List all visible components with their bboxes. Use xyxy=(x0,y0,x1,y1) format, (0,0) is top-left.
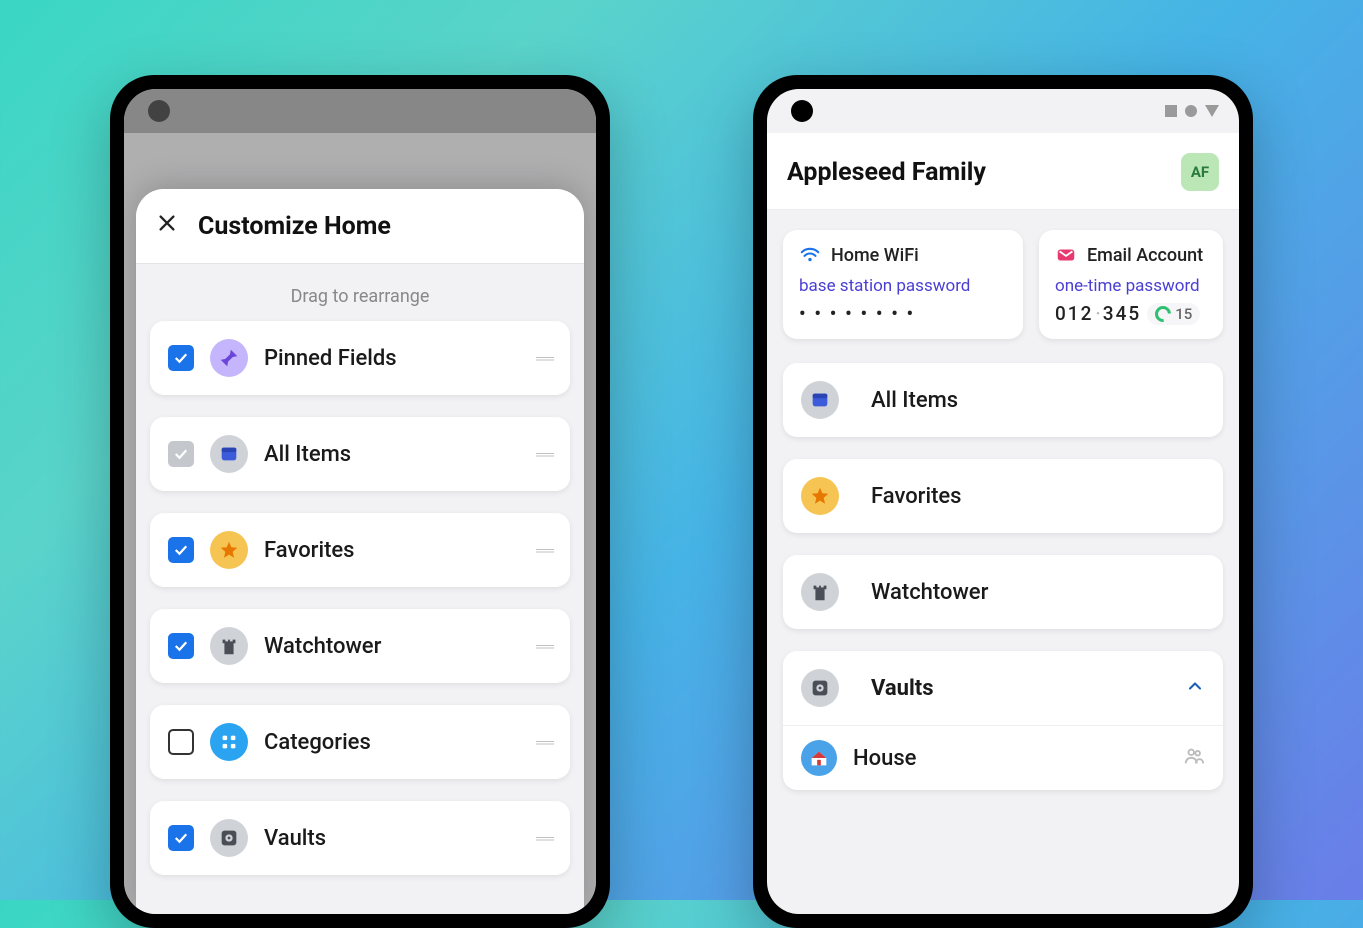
vault-label: House xyxy=(853,746,1167,771)
section-all-items[interactable]: All Items xyxy=(783,363,1223,437)
vault-icon xyxy=(801,669,839,707)
row-label: Watchtower xyxy=(264,634,536,659)
drag-handle-icon[interactable] xyxy=(536,446,552,463)
customize-row-vaults[interactable]: Vaults xyxy=(150,801,570,875)
pin-icon xyxy=(210,339,248,377)
drag-hint: Drag to rearrange xyxy=(136,264,584,321)
check-icon xyxy=(172,445,190,463)
customize-row-categories[interactable]: Categories xyxy=(150,705,570,779)
wifi-icon xyxy=(799,244,821,266)
customize-list: Pinned Fields All Items Favo xyxy=(136,321,584,875)
star-icon xyxy=(210,531,248,569)
vaults-block: Vaults House xyxy=(783,651,1223,790)
section-label: Watchtower xyxy=(871,580,1205,605)
pinned-fields-row: Home WiFi base station password • • • • … xyxy=(783,230,1223,339)
section-watchtower[interactable]: Watchtower xyxy=(783,555,1223,629)
row-label: Vaults xyxy=(264,826,536,851)
checkbox[interactable] xyxy=(168,729,194,755)
pinned-value-masked: • • • • • • • • xyxy=(799,302,1007,325)
star-icon xyxy=(801,477,839,515)
pinned-card-email[interactable]: Email Account one-time password 012 · 34… xyxy=(1039,230,1223,339)
row-label: All Items xyxy=(264,442,536,467)
sheet-header: Customize Home xyxy=(136,189,584,264)
vaults-header[interactable]: Vaults xyxy=(783,651,1223,725)
checkbox[interactable] xyxy=(168,825,194,851)
account-avatar[interactable]: AF xyxy=(1181,153,1219,191)
check-icon xyxy=(172,349,190,367)
watchtower-icon xyxy=(210,627,248,665)
drag-handle-icon[interactable] xyxy=(536,542,552,559)
customize-row-favorites[interactable]: Favorites xyxy=(150,513,570,587)
drag-handle-icon[interactable] xyxy=(536,350,552,367)
countdown-ring-icon xyxy=(1152,302,1175,325)
section-favorites[interactable]: Favorites xyxy=(783,459,1223,533)
home-header: Appleseed Family AF xyxy=(767,133,1239,210)
customize-row-pinned-fields[interactable]: Pinned Fields xyxy=(150,321,570,395)
otp-countdown: 15 xyxy=(1147,303,1200,325)
pinned-subtitle: base station password xyxy=(799,276,1007,296)
section-label: Favorites xyxy=(871,484,1205,509)
home-body: Home WiFi base station password • • • • … xyxy=(767,210,1239,810)
customize-row-all-items[interactable]: All Items xyxy=(150,417,570,491)
drag-handle-icon[interactable] xyxy=(536,734,552,751)
screen-right: Appleseed Family AF Home WiFi base stati… xyxy=(767,89,1239,914)
statusbar-icons xyxy=(1165,105,1219,117)
checkbox[interactable] xyxy=(168,633,194,659)
customize-row-watchtower[interactable]: Watchtower xyxy=(150,609,570,683)
drag-handle-icon[interactable] xyxy=(536,830,552,847)
customize-home-sheet: Customize Home Drag to rearrange Pinned … xyxy=(136,189,584,914)
close-icon xyxy=(156,212,178,234)
categories-icon xyxy=(210,723,248,761)
vaults-title: Vaults xyxy=(871,676,1169,701)
vault-icon xyxy=(210,819,248,857)
checkbox[interactable] xyxy=(168,345,194,371)
sheet-title: Customize Home xyxy=(198,212,391,241)
email-icon xyxy=(1055,244,1077,266)
pinned-otp-value: 012 · 345 15 xyxy=(1055,302,1207,325)
pinned-title: Email Account xyxy=(1087,245,1203,266)
phone-customize: Customize Home Drag to rearrange Pinned … xyxy=(110,75,610,928)
pinned-card-wifi[interactable]: Home WiFi base station password • • • • … xyxy=(783,230,1023,339)
pinned-subtitle: one-time password xyxy=(1055,276,1207,296)
camera-punchhole-icon xyxy=(791,100,813,122)
watchtower-icon xyxy=(801,573,839,611)
shared-icon xyxy=(1183,745,1205,771)
otp-part-a: 012 xyxy=(1055,302,1093,325)
checkbox-locked xyxy=(168,441,194,467)
house-icon xyxy=(801,740,837,776)
status-bar xyxy=(767,89,1239,133)
all-items-icon xyxy=(210,435,248,473)
check-icon xyxy=(172,637,190,655)
checkbox[interactable] xyxy=(168,537,194,563)
otp-seconds: 15 xyxy=(1175,305,1192,323)
statusbar-circle-icon xyxy=(1185,105,1197,117)
row-label: Favorites xyxy=(264,538,536,563)
row-label: Pinned Fields xyxy=(264,346,536,371)
close-button[interactable] xyxy=(156,211,178,241)
screen-left: Customize Home Drag to rearrange Pinned … xyxy=(124,89,596,914)
phone-home: Appleseed Family AF Home WiFi base stati… xyxy=(753,75,1253,928)
chevron-up-icon xyxy=(1185,676,1205,701)
otp-part-b: 345 xyxy=(1103,302,1141,325)
vault-item-house[interactable]: House xyxy=(783,725,1223,790)
check-icon xyxy=(172,541,190,559)
section-label: All Items xyxy=(871,388,1205,413)
account-title: Appleseed Family xyxy=(787,158,986,187)
drag-handle-icon[interactable] xyxy=(536,638,552,655)
otp-separator-icon: · xyxy=(1095,302,1100,325)
check-icon xyxy=(172,829,190,847)
row-label: Categories xyxy=(264,730,536,755)
statusbar-square-icon xyxy=(1165,105,1177,117)
statusbar-triangle-icon xyxy=(1205,105,1219,117)
all-items-icon xyxy=(801,381,839,419)
pinned-title: Home WiFi xyxy=(831,245,919,266)
